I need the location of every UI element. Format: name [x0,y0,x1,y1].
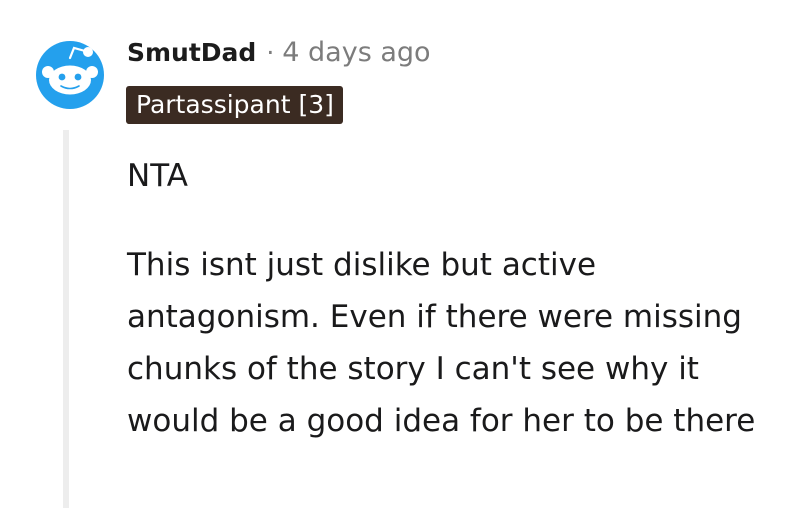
user-flair-badge: Partassipant [3] [126,86,343,124]
comment-header: SmutDad · 4 days ago [127,32,431,72]
comment-timestamp[interactable]: 4 days ago [282,37,430,68]
snoo-avatar-icon[interactable] [35,40,105,110]
meta-separator: · [266,37,275,67]
comment-body: NTA This isnt just dislike but active an… [127,150,787,447]
comment-paragraph: NTA [127,158,188,194]
author-username[interactable]: SmutDad [127,38,256,67]
thread-collapse-line[interactable] [63,130,69,508]
comment-paragraph: This isnt just dislike but active antago… [127,247,756,439]
